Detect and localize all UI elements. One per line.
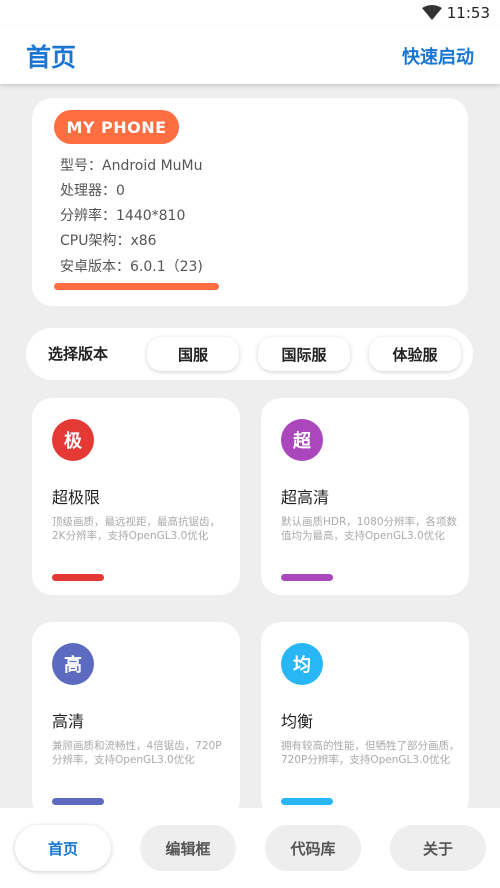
mode-card-ultra[interactable]: 极 超极限 顶级画质，最远视距，最高抗锯齿，2K分辨率，支持OpenGL3.0优… bbox=[32, 398, 240, 595]
nav-code-library[interactable]: 代码库 bbox=[265, 825, 361, 871]
mode-desc: 顶级画质，最远视距，最高抗锯齿，2K分辨率，支持OpenGL3.0优化 bbox=[52, 516, 220, 542]
spec-resolution: 分辨率：1440*810 bbox=[60, 208, 186, 224]
mode-card-balanced[interactable]: 均 均衡 拥有较高的性能，但牺牲了部分画质，720P分辨率，支持OpenGL3.… bbox=[261, 622, 469, 819]
hd-icon: 高 bbox=[52, 643, 94, 685]
spec-android-version: 安卓版本：6.0.1（23) bbox=[60, 259, 203, 275]
mode-title: 超高清 bbox=[281, 488, 330, 507]
spec-model: 型号：Android MuMu bbox=[60, 158, 203, 174]
version-beta-button[interactable]: 体验服 bbox=[369, 337, 461, 371]
mode-title: 高清 bbox=[52, 712, 85, 731]
mode-card-uhd[interactable]: 超 超高清 默认画质HDR，1080分辨率，各项数值均为最高，支持OpenGL3… bbox=[261, 398, 469, 595]
my-phone-badge: MY PHONE bbox=[54, 110, 179, 144]
mode-card-hd[interactable]: 高 高清 兼顾画质和流畅性，4倍锯齿，720P分辨率，支持OpenGL3.0优化 bbox=[32, 622, 240, 819]
mode-accent-bar bbox=[52, 798, 104, 805]
mode-title: 超极限 bbox=[52, 488, 101, 507]
mode-desc: 默认画质HDR，1080分辨率，各项数值均为最高，支持OpenGL3.0优化 bbox=[281, 516, 457, 542]
mode-accent-bar bbox=[281, 798, 333, 805]
quick-launch-button[interactable]: 快速启动 bbox=[402, 43, 474, 69]
version-cn-button[interactable]: 国服 bbox=[147, 337, 239, 371]
version-selector: 选择版本 国服 国际服 体验服 bbox=[26, 328, 473, 380]
mode-desc: 兼顾画质和流畅性，4倍锯齿，720P分辨率，支持OpenGL3.0优化 bbox=[52, 740, 222, 766]
spec-cpu-arch: CPU架构：x86 bbox=[60, 233, 157, 249]
bottom-nav: 首页 编辑框 代码库 关于 bbox=[0, 808, 500, 888]
mode-desc: 拥有较高的性能，但牺牲了部分画质，720P分辨率，支持OpenGL3.0优化 bbox=[281, 740, 460, 766]
app-bar: 首页 快速启动 bbox=[0, 26, 500, 84]
nav-home[interactable]: 首页 bbox=[15, 825, 111, 871]
version-global-button[interactable]: 国际服 bbox=[258, 337, 350, 371]
balanced-icon: 均 bbox=[281, 643, 323, 685]
mode-accent-bar bbox=[281, 574, 333, 581]
ultra-icon: 极 bbox=[52, 419, 94, 461]
nav-editor[interactable]: 编辑框 bbox=[140, 825, 236, 871]
nav-about[interactable]: 关于 bbox=[390, 825, 486, 871]
spec-processor: 处理器：0 bbox=[60, 183, 125, 199]
mode-accent-bar bbox=[52, 574, 104, 581]
page-title: 首页 bbox=[26, 43, 77, 72]
phone-card-accent-bar bbox=[54, 283, 219, 290]
uhd-icon: 超 bbox=[281, 419, 323, 461]
version-label: 选择版本 bbox=[48, 345, 109, 363]
status-bar: 11:53 bbox=[0, 0, 500, 26]
phone-info-card: MY PHONE 型号：Android MuMu 处理器：0 分辨率：1440*… bbox=[32, 98, 468, 306]
mode-title: 均衡 bbox=[281, 712, 314, 731]
status-time: 11:53 bbox=[446, 4, 490, 22]
wifi-icon bbox=[422, 5, 442, 20]
